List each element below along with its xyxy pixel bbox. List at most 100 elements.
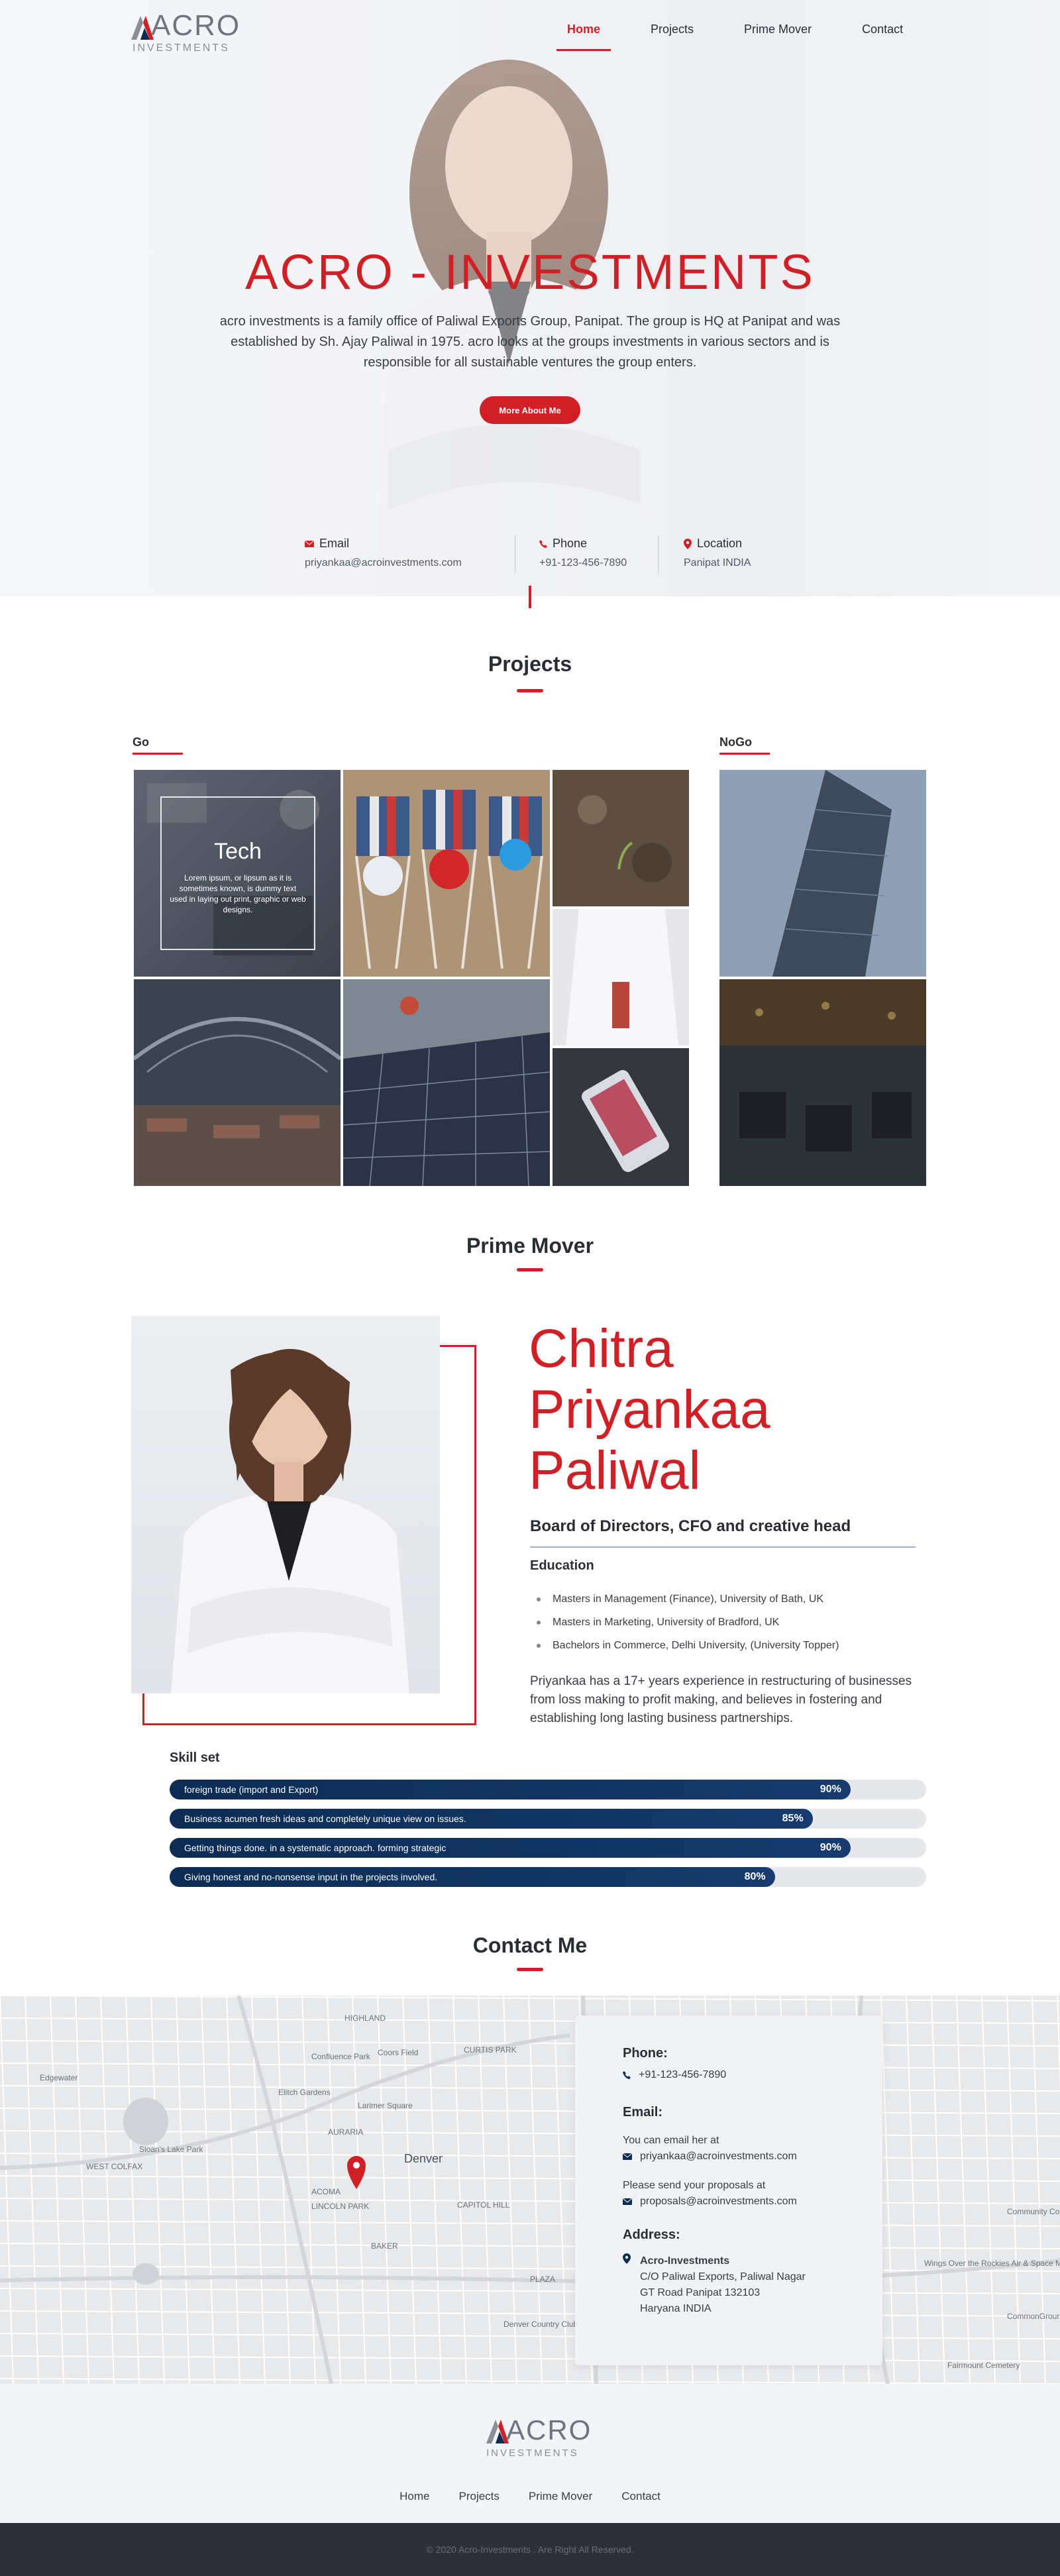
- address-line: Haryana INDIA: [640, 2303, 712, 2314]
- footer-menu: Home Projects Prime Mover Contact: [0, 2490, 1060, 2503]
- info-divider: [658, 535, 659, 574]
- project-tile-tech[interactable]: Tech Lorem ipsum, or lipsum as it is som…: [134, 770, 341, 977]
- footer-nav-prime-mover[interactable]: Prime Mover: [529, 2490, 592, 2503]
- mail-icon: [623, 2153, 632, 2160]
- contact-map[interactable]: Denver ACOMA LINCOLN PARK CAPITOL HILL BAKER…: [0, 1996, 1060, 2384]
- address-heading: Address:: [623, 2227, 680, 2242]
- logo-wordmark: ACRO: [151, 9, 241, 42]
- location-value: Panipat INDIA: [684, 557, 751, 568]
- project-tile-brands[interactable]: [343, 770, 550, 977]
- contact-email[interactable]: priyankaa@acroinvestments.com: [640, 2151, 797, 2163]
- map-label: Larimer Square: [358, 2101, 413, 2110]
- copyright-bar: © 2020 Acro-Investments . Are Right All …: [0, 2523, 1060, 2576]
- logo-mark-icon: [486, 2420, 509, 2443]
- prime-mover-name: Chitra Priyankaa Paliwal: [529, 1318, 860, 1501]
- skill-bar-fill: Business acumen fresh ideas and complete…: [170, 1809, 813, 1829]
- title-underline: [517, 689, 543, 692]
- more-about-me-button[interactable]: More About Me: [480, 396, 580, 424]
- nav-home[interactable]: Home: [556, 23, 611, 51]
- nav-prime-mover[interactable]: Prime Mover: [744, 23, 812, 51]
- tech-overlay: Tech Lorem ipsum, or lipsum as it is som…: [160, 796, 315, 950]
- footer-nav-contact[interactable]: Contact: [621, 2490, 661, 2503]
- map-label: HIGHLAND: [344, 2013, 386, 2023]
- map-label: Wings Over the Rockies Air & Space Museu…: [924, 2259, 1060, 2268]
- skill-label: Giving honest and no-nonsense input in t…: [184, 1872, 438, 1882]
- contact-title: Contact Me: [472, 1933, 588, 1957]
- skill-percent: 80%: [744, 1871, 766, 1882]
- hero-info-location: Location Panipat INDIA: [684, 537, 751, 574]
- location-icon: [623, 2253, 631, 2264]
- map-label: Coors Field: [378, 2048, 418, 2057]
- prime-mover-role: Board of Directors, CFO and creative hea…: [530, 1517, 851, 1535]
- email-heading: Email:: [623, 2105, 663, 2120]
- top-navbar: ACRO INVESTMENTS Home Projects Prime Mov…: [0, 0, 1060, 60]
- map-label: LINCOLN PARK: [311, 2202, 369, 2211]
- map-label: Elitch Gardens: [278, 2088, 331, 2097]
- skill-bar: Getting things done. in a systematic app…: [170, 1838, 926, 1858]
- hero-info-email: Email priyankaa@acroinvestments.com: [305, 537, 462, 574]
- map-label: WEST COLFAX: [86, 2162, 142, 2171]
- map-label: ACOMA: [311, 2187, 341, 2196]
- phone-heading: Phone:: [623, 2046, 668, 2061]
- map-label: CURTIS PARK: [464, 2045, 517, 2055]
- name-last: Paliwal: [529, 1440, 701, 1501]
- project-tile-market[interactable]: [134, 979, 341, 1186]
- address-line: C/O Paliwal Exports, Paliwal Nagar: [640, 2271, 806, 2282]
- footer-logo[interactable]: ACRO INVESTMENTS: [484, 2414, 590, 2467]
- location-icon: [684, 538, 692, 549]
- skill-set-heading: Skill set: [170, 1750, 220, 1765]
- map-label: Edgewater: [40, 2073, 78, 2082]
- mail-icon: [623, 2198, 632, 2205]
- map-label: Community College of Aurora: [1007, 2207, 1060, 2216]
- footer: ACRO INVESTMENTS Home Projects Prime Mov…: [0, 2384, 1060, 2523]
- education-list: Masters in Management (Finance), Univers…: [536, 1587, 839, 1657]
- nogo-label: NoGo: [719, 735, 770, 755]
- email-value[interactable]: priyankaa@acroinvestments.com: [305, 557, 462, 569]
- skyscraper-image: [719, 770, 926, 977]
- nav-contact[interactable]: Contact: [862, 23, 903, 51]
- skill-percent: 90%: [820, 1784, 841, 1795]
- projects-title: Projects: [488, 652, 572, 676]
- phone-hand-image: [553, 1048, 689, 1186]
- skill-label: Getting things done. in a systematic app…: [184, 1843, 447, 1853]
- project-tile-doctor[interactable]: [553, 909, 689, 1046]
- email-note: You can email her at: [623, 2135, 719, 2146]
- map-label: CAPITOL HILL: [457, 2200, 510, 2210]
- map-label: CommonGround Golf Course: [1007, 2312, 1060, 2321]
- education-heading: Education: [530, 1558, 594, 1573]
- map-label: Denver: [404, 2152, 443, 2165]
- skill-bar-fill: foreign trade (import and Export) 90%: [170, 1780, 851, 1799]
- hero-info-phone: Phone +91-123-456-7890: [539, 537, 627, 574]
- project-tile-soil[interactable]: [553, 770, 689, 906]
- skill-label: foreign trade (import and Export): [184, 1784, 319, 1795]
- phone-icon: [623, 2071, 631, 2079]
- name-middle: Priyankaa: [529, 1379, 770, 1440]
- title-underline: [517, 1968, 543, 1971]
- contact-phone[interactable]: +91-123-456-7890: [639, 2069, 726, 2081]
- proposal-email[interactable]: proposals@acroinvestments.com: [640, 2196, 797, 2208]
- project-tile-solar[interactable]: [343, 979, 550, 1186]
- logo-tagline: INVESTMENTS: [486, 2447, 579, 2459]
- title-underline: [517, 1268, 543, 1271]
- skill-percent: 90%: [820, 1842, 841, 1853]
- address-line: GT Road Panipat 132103: [640, 2287, 761, 2298]
- footer-nav-home[interactable]: Home: [399, 2490, 429, 2503]
- skill-percent: 85%: [782, 1813, 804, 1824]
- scroll-marker: [529, 586, 531, 608]
- doctor-image: [553, 909, 689, 1046]
- proposal-note: Please send your proposals at: [623, 2180, 766, 2191]
- footer-nav-projects[interactable]: Projects: [458, 2490, 499, 2503]
- name-first: Chitra: [529, 1318, 674, 1379]
- phone-value[interactable]: +91-123-456-7890: [539, 557, 627, 569]
- project-tile-skyscraper[interactable]: [719, 770, 926, 977]
- role-divider: [530, 1546, 916, 1548]
- brand-logo[interactable]: ACRO INVESTMENTS: [131, 9, 239, 56]
- map-label: AURARIA: [328, 2127, 363, 2137]
- solar-panel-image: [343, 979, 550, 1186]
- prime-mover-title: Prime Mover: [466, 1234, 594, 1258]
- map-label: Sloan's Lake Park: [139, 2145, 203, 2154]
- project-tile-restaurant[interactable]: [719, 979, 926, 1186]
- project-tile-mobile[interactable]: [553, 1048, 689, 1186]
- address-block: Acro-Investments C/O Paliwal Exports, Pa…: [640, 2253, 806, 2317]
- nav-projects[interactable]: Projects: [651, 23, 694, 51]
